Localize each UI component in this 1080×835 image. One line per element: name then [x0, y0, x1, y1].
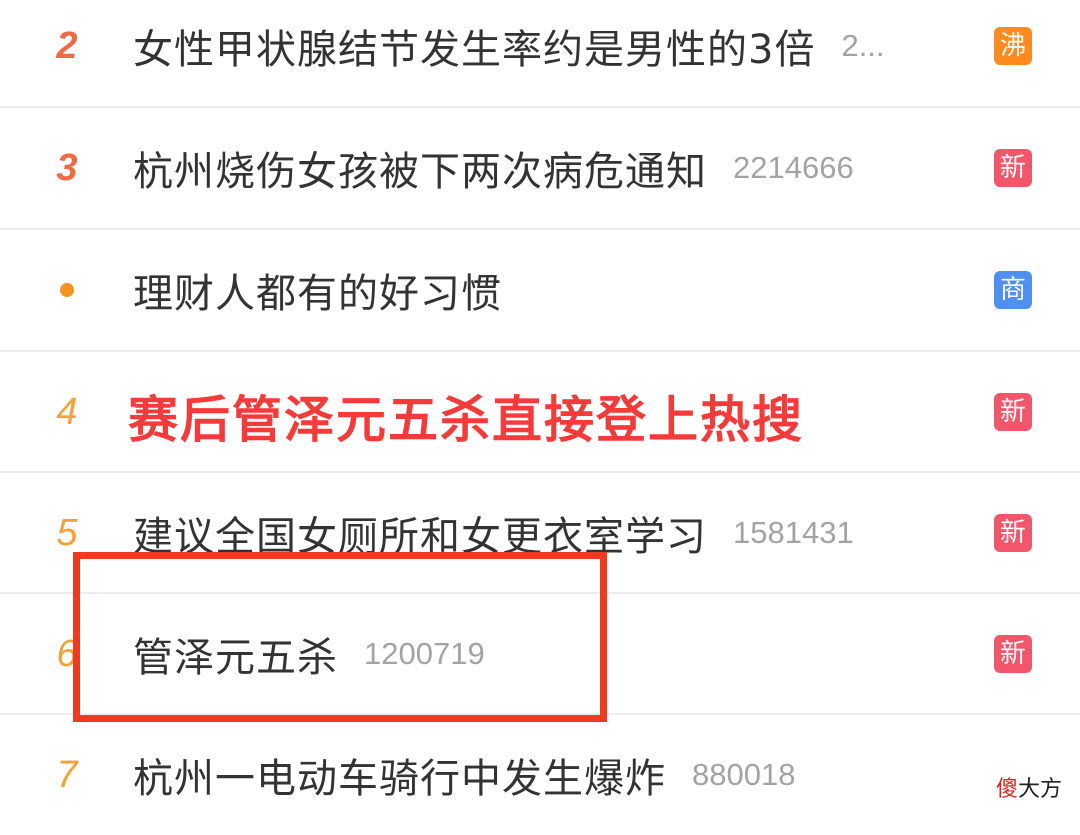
new-badge-icon: 新 — [994, 393, 1032, 431]
row-title-wrap: 杭州烧伤女孩被下两次病危通知 2214666 — [133, 108, 960, 228]
row-title[interactable]: 杭州烧伤女孩被下两次病危通知 — [133, 139, 707, 197]
rank-number: 7 — [56, 753, 78, 796]
row-title[interactable]: 杭州一电动车骑行中发生爆炸 — [133, 746, 666, 804]
hot-search-row[interactable]: 7 杭州一电动车骑行中发生爆炸 880018 — [0, 715, 1080, 835]
hot-search-row[interactable]: 2 女性甲状腺结节发生率约是男性的3倍 2... 沸 — [0, 0, 1080, 106]
overlay-caption: 赛后管泽元五杀直接登上热搜 — [128, 391, 804, 449]
watermark-part2: 大方 — [1017, 777, 1062, 802]
new-badge-icon: 新 — [994, 149, 1032, 187]
hot-search-row[interactable]: 3 杭州烧伤女孩被下两次病危通知 2214666 新 — [0, 108, 1080, 228]
ad-badge-icon: 商 — [994, 271, 1032, 309]
watermark-part1: 傻 — [995, 777, 1018, 802]
watermark: 傻大方 — [996, 771, 1062, 803]
row-count: 2... — [841, 28, 885, 63]
hot-search-row-ad[interactable]: 理财人都有的好习惯 商 — [0, 230, 1080, 350]
row-title-wrap: 杭州一电动车骑行中发生爆炸 880018 — [133, 715, 960, 835]
rank-number: 3 — [56, 146, 78, 189]
row-title[interactable]: 理财人都有的好习惯 — [133, 261, 502, 319]
row-title-wrap: 女性甲状腺结节发生率约是男性的3倍 2... — [133, 0, 960, 106]
row-title-wrap: 理财人都有的好习惯 — [133, 230, 960, 350]
row-count: 1581431 — [733, 515, 854, 550]
new-badge-icon: 新 — [994, 635, 1032, 673]
new-badge-icon: 新 — [994, 514, 1032, 552]
row-count: 2214666 — [733, 150, 854, 185]
row-count: 880018 — [692, 757, 796, 792]
rank-number: 4 — [56, 390, 78, 433]
highlight-box — [73, 552, 607, 722]
rank-dot-icon — [50, 230, 84, 350]
rank-number: 2 — [56, 24, 78, 67]
row-title[interactable]: 女性甲状腺结节发生率约是男性的3倍 — [133, 17, 815, 75]
hot-badge-icon: 沸 — [994, 27, 1032, 65]
